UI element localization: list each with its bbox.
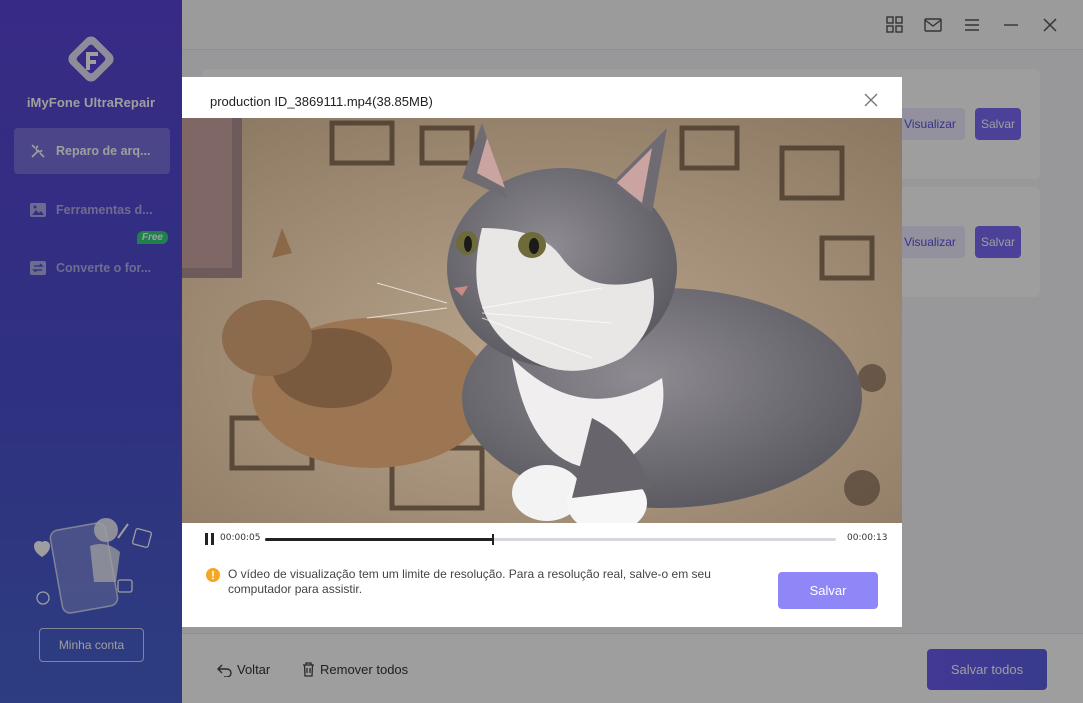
total-time: 00:00:13 — [847, 533, 888, 543]
close-icon[interactable] — [862, 91, 880, 109]
save-button[interactable]: Salvar — [778, 572, 878, 609]
dialog-title: production ID_3869111.mp4(38.85MB) — [210, 94, 433, 109]
resolution-notice: O vídeo de visualização tem um limite de… — [228, 567, 711, 596]
seek-handle[interactable] — [492, 534, 495, 545]
warning-icon — [206, 568, 220, 582]
video-preview-dialog: production ID_3869111.mp4(38.85MB) 00:00… — [182, 77, 902, 627]
seek-progress — [265, 538, 494, 541]
pause-icon[interactable] — [204, 532, 216, 546]
current-time: 00:00:05 — [220, 533, 261, 543]
video-frame[interactable] — [182, 118, 902, 523]
seek-bar[interactable] — [265, 534, 836, 545]
video-controls: 00:00:05 00:00:13 — [182, 523, 902, 555]
